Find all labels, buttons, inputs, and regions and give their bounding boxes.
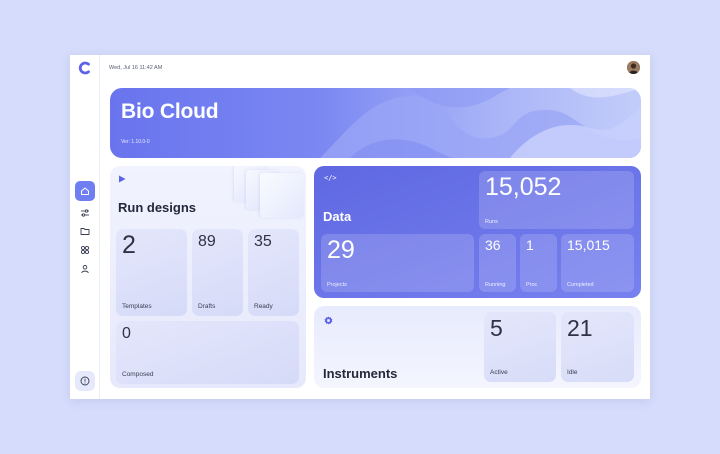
stat-composed[interactable]: 0 Composed xyxy=(116,321,299,384)
app-title: Bio Cloud xyxy=(121,100,219,123)
run-designs-title: Run designs xyxy=(118,200,197,215)
app-version: Ver: 1.10.0-0 xyxy=(121,139,150,145)
user-avatar-icon xyxy=(627,61,640,74)
sidebar-item-profile[interactable] xyxy=(75,259,95,279)
stat-ready[interactable]: 35 Ready xyxy=(248,229,299,316)
stat-drafts[interactable]: 89 Drafts xyxy=(192,229,243,316)
sidebar-item-files[interactable] xyxy=(75,221,95,241)
apps-grid-icon xyxy=(80,245,90,255)
stat-label: Running xyxy=(485,282,506,288)
stat-value: 36 xyxy=(485,237,501,253)
stat-label: Ready xyxy=(254,303,273,310)
stat-active[interactable]: 5 Active xyxy=(484,312,556,382)
stat-label: Composed xyxy=(122,371,154,378)
hero-banner: Bio Cloud Ver: 1.10.0-0 xyxy=(110,88,641,158)
home-icon xyxy=(81,187,89,195)
instruments-title: Instruments xyxy=(323,366,398,381)
stat-label: Completed xyxy=(567,282,594,288)
stat-value: 15,015 xyxy=(567,237,610,253)
stat-value: 29 xyxy=(327,236,355,264)
data-panel[interactable]: </> Data 15,052 Runs 29 Projects 36 Runn… xyxy=(314,166,641,298)
stat-label: Proc xyxy=(526,282,538,288)
stat-proc[interactable]: 1 Proc xyxy=(520,234,557,292)
data-title: Data xyxy=(323,209,352,224)
stat-value: 2 xyxy=(122,231,136,259)
run-designs-panel[interactable]: Run designs 2 Templates 89 Drafts 35 Rea… xyxy=(110,166,306,388)
info-button[interactable] xyxy=(75,371,95,391)
stat-label: Drafts xyxy=(198,303,216,310)
stat-value: 89 xyxy=(198,233,216,250)
logo-icon[interactable] xyxy=(77,60,93,76)
stat-completed[interactable]: 15,015 Completed xyxy=(561,234,634,292)
sidebar xyxy=(70,55,100,399)
stat-value: 35 xyxy=(254,233,272,250)
sidebar-item-settings[interactable] xyxy=(75,203,95,223)
code-icon: </> xyxy=(324,174,337,182)
info-icon xyxy=(80,376,90,386)
stat-value: 21 xyxy=(567,315,593,341)
stat-templates[interactable]: 2 Templates xyxy=(116,229,187,316)
stat-label: Active xyxy=(490,369,508,376)
stat-runs[interactable]: 15,052 Runs xyxy=(479,171,634,229)
stat-value: 0 xyxy=(122,325,131,342)
stat-label: Runs xyxy=(485,219,498,225)
instruments-panel[interactable]: Instruments 5 Active 21 Idle xyxy=(314,306,641,388)
stat-label: Idle xyxy=(567,369,578,376)
stat-value: 5 xyxy=(490,315,503,341)
stack-decoration xyxy=(260,173,304,218)
app-window: Wed, Jul 16 11:42 AM Bio Cloud Ver: 1.10… xyxy=(70,55,650,399)
datetime-label: Wed, Jul 16 11:42 AM xyxy=(109,65,163,71)
stat-label: Templates xyxy=(122,303,152,310)
sliders-icon xyxy=(81,209,89,217)
avatar[interactable] xyxy=(627,61,640,74)
play-icon xyxy=(119,175,126,183)
gear-icon xyxy=(324,316,333,325)
sidebar-item-apps[interactable] xyxy=(75,240,95,260)
stat-idle[interactable]: 21 Idle xyxy=(561,312,634,382)
user-icon xyxy=(81,265,89,274)
stat-running[interactable]: 36 Running xyxy=(479,234,516,292)
folder-icon xyxy=(80,228,90,235)
stat-label: Projects xyxy=(327,282,347,288)
sidebar-item-home[interactable] xyxy=(75,181,95,201)
stat-projects[interactable]: 29 Projects xyxy=(321,234,474,292)
stat-value: 1 xyxy=(526,237,534,253)
stat-value: 15,052 xyxy=(485,173,562,201)
